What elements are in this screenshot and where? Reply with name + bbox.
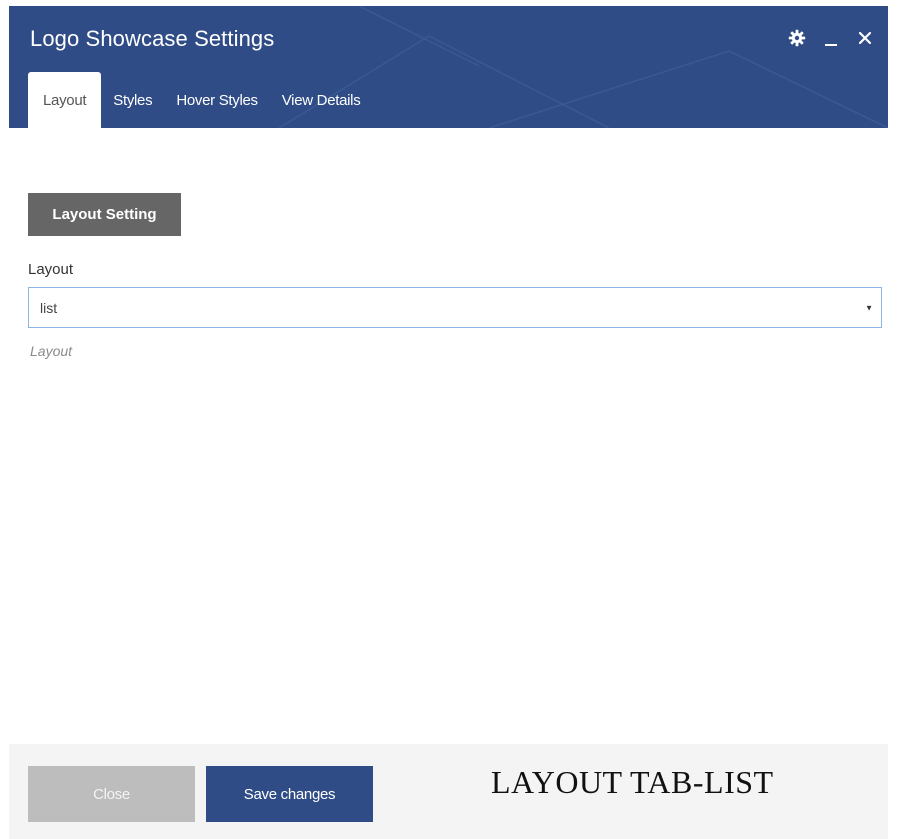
window-controls — [786, 24, 876, 52]
tab-hover-styles[interactable]: Hover Styles — [164, 72, 269, 128]
close-button[interactable]: Close — [28, 766, 195, 822]
tab-layout[interactable]: Layout — [28, 72, 102, 128]
tab-styles[interactable]: Styles — [101, 72, 164, 128]
close-icon[interactable] — [854, 26, 876, 50]
layout-select[interactable]: list ▼ — [28, 287, 882, 328]
section-heading: Layout Setting — [28, 193, 181, 236]
caption-text: LAYOUT TAB-LIST — [491, 764, 774, 800]
dialog-footer: Close Save changes LAYOUT TAB-LIST — [9, 744, 888, 839]
settings-tabs: Layout Styles Hover Styles View Details — [28, 72, 372, 128]
save-changes-button[interactable]: Save changes — [206, 766, 373, 822]
dialog-title: Logo Showcase Settings — [30, 26, 275, 51]
layout-select-value: list — [40, 299, 58, 316]
gear-icon[interactable] — [786, 26, 808, 50]
layout-field-label: Layout — [28, 261, 74, 278]
dialog-header: Logo Showcase Settings Layout Styles Hov… — [9, 6, 888, 128]
tab-view-details[interactable]: View Details — [270, 72, 373, 128]
minimize-icon[interactable] — [820, 26, 842, 50]
dropdown-arrow-icon: ▼ — [865, 303, 873, 312]
layout-help-text: Layout — [30, 343, 73, 359]
